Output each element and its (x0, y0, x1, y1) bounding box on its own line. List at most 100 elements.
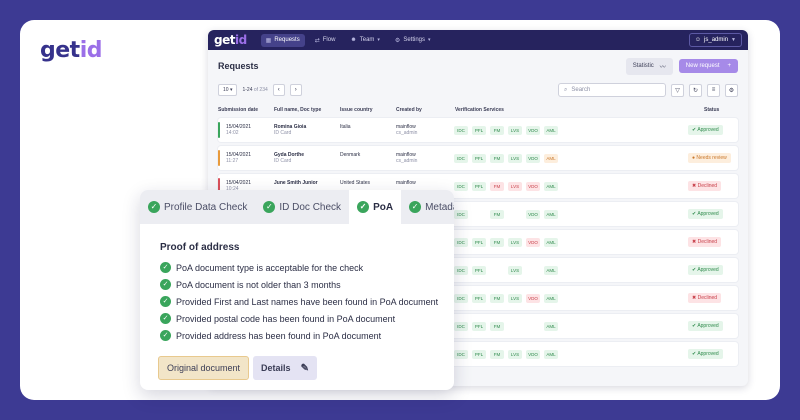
service-chip-vdo: VDO (526, 154, 540, 163)
service-chip-fm: FM (490, 350, 504, 359)
status-badge: ✔ Approved (688, 209, 723, 219)
user-name: js_admin (704, 37, 729, 43)
nav-item-label: Settings (403, 37, 425, 43)
tab-label: PoA (373, 201, 394, 213)
original-document-button[interactable]: Original document (158, 356, 250, 380)
nav-item-label: Team (359, 37, 375, 43)
status-label: Approved (697, 351, 719, 357)
date-cell: 15/04/2021 11:27 (226, 152, 251, 164)
status-label: Declined (697, 295, 718, 301)
service-chip-fm: FM (490, 322, 504, 331)
service-chip-idc: IDC (454, 154, 468, 163)
grid-icon: ▦ (265, 37, 272, 44)
status-badge: ✔ Approved (688, 125, 723, 135)
details-label: Details (261, 363, 291, 373)
app-logo[interactable]: getid (214, 33, 247, 47)
table-row[interactable]: 15/04/2021 14:02 Romina Gioia ID Card Italia… (218, 118, 738, 142)
check-circle-icon: ✓ (148, 201, 160, 213)
service-chip-lvs: LVS (508, 238, 522, 247)
status-label: Approved (697, 267, 719, 273)
chevron-down-icon: ▼ (731, 37, 736, 43)
service-chip-idc: IDC (454, 210, 468, 219)
nav-item-settings[interactable]: ⚙ Settings ▾ (390, 34, 436, 47)
gear-icon: ⚙ (394, 37, 401, 44)
tab-poa[interactable]: ✓ PoA (349, 190, 402, 224)
tab-id-doc-check[interactable]: ✓ ID Doc Check (255, 190, 349, 224)
status-badge: ✔ Approved (688, 349, 723, 359)
service-chip-vdo: VDO (526, 350, 540, 359)
country-cell: Denmark (340, 152, 360, 158)
country-cell-primary: United States (340, 180, 371, 186)
table-row[interactable]: 15/04/2021 11:27 Gyda Dorthe ID Card Denmark… (218, 146, 738, 170)
column-header: Created by (396, 107, 422, 113)
status-badge: ✖ Declined (688, 293, 722, 303)
service-chip-fm: FM (490, 154, 504, 163)
service-chip-idc: IDC (454, 238, 468, 247)
service-chip-idc: IDC (454, 182, 468, 191)
filter-button[interactable]: ▽ (671, 83, 684, 97)
service-chip-fm: FM (490, 182, 504, 191)
check-item: ✓ Provided postal code has been found in … (160, 310, 434, 327)
check-item: ✓ PoA document type is acceptable for the… (160, 259, 434, 276)
tab-profile-data-check[interactable]: ✓ Profile Data Check (140, 190, 255, 224)
service-chip-lvs: LVS (508, 266, 522, 275)
details-button[interactable]: Details ✎ (253, 356, 317, 380)
status-badge: ✔ Approved (688, 321, 723, 331)
status-badge: ● Needs review (688, 153, 731, 163)
service-chip-idc: IDC (454, 266, 468, 275)
nav-item-flow[interactable]: ⇄ Flow (310, 34, 341, 47)
statistic-button[interactable]: Statistic 〰 (625, 57, 673, 75)
new-request-button[interactable]: New request + (678, 59, 738, 73)
service-chip-vdo: VDO (526, 210, 540, 219)
page-size-select[interactable]: 10 ▾ (218, 84, 238, 96)
pen-icon: ✎ (300, 362, 309, 374)
prev-page-button[interactable]: ‹ (272, 84, 285, 96)
search-input[interactable]: ⌕ Search (558, 83, 666, 97)
sort-button[interactable]: ≡ (707, 83, 720, 97)
tab-label: ID Doc Check (279, 201, 342, 213)
service-chip-aml: AML (544, 238, 558, 247)
column-header: Verification Services (455, 107, 504, 113)
service-chip-lvs: LVS (508, 182, 522, 191)
service-chip-lvs: LVS (508, 154, 522, 163)
check-circle-icon: ✓ (357, 201, 370, 213)
page-header: Requests Statistic 〰 New request + (208, 50, 748, 82)
status-label: Approved (697, 323, 719, 329)
service-chip-fm: FM (490, 238, 504, 247)
poa-panel-body: Proof of address ✓ PoA document type is a… (140, 224, 454, 380)
tab-metadata[interactable]: ✓Metadata (401, 190, 454, 224)
plus-icon: + (727, 63, 731, 69)
date-cell-secondary: 11:27 (226, 158, 239, 164)
check-circle-icon: ✓ (160, 296, 171, 307)
column-header: Issue country (340, 107, 373, 113)
nav-item-requests[interactable]: ▦ Requests (260, 33, 305, 47)
check-text: Provided First and Last names have been … (176, 296, 439, 307)
refresh-button[interactable]: ↻ (689, 83, 702, 97)
country-cell: Italia (340, 124, 351, 130)
chevron-left-icon: ‹ (277, 87, 280, 93)
chevron-right-icon: › (294, 87, 297, 93)
service-chip-lvs: LVS (508, 294, 522, 303)
name-cell: June Smith Junior (274, 180, 318, 186)
nav-item-team[interactable]: ☻ Team ▾ (345, 34, 385, 46)
status-label: Needs review (696, 155, 727, 161)
service-chip-vdo: VDO (526, 126, 540, 135)
check-item: ✓ PoA document is not older than 3 months (160, 276, 434, 293)
next-page-button[interactable]: › (289, 84, 302, 96)
country-cell: United States (340, 180, 370, 186)
team-icon: ☻ (350, 37, 357, 43)
name-cell: Gyda Dorthe ID Card (274, 152, 304, 164)
name-cell-primary: June Smith Junior (274, 180, 318, 186)
check-item: ✓ Provided First and Last names have been… (160, 293, 438, 310)
service-chip-fm: FM (490, 126, 504, 135)
check-text: PoA document type is acceptable for the … (176, 262, 364, 273)
check-text: Provided postal code has been found in P… (176, 313, 396, 324)
statistic-label: Statistic (632, 63, 654, 69)
chevron-down-icon: ▾ (428, 37, 431, 43)
user-menu[interactable]: ☺ js_admin ▼ (688, 33, 742, 47)
settings-button[interactable]: ⚙ (725, 83, 738, 97)
service-chip-aml: AML (544, 266, 558, 275)
service-chip-vdo: VDO (526, 294, 540, 303)
gear-icon: ⚙ (728, 87, 735, 94)
trend-icon: 〰 (659, 64, 666, 71)
